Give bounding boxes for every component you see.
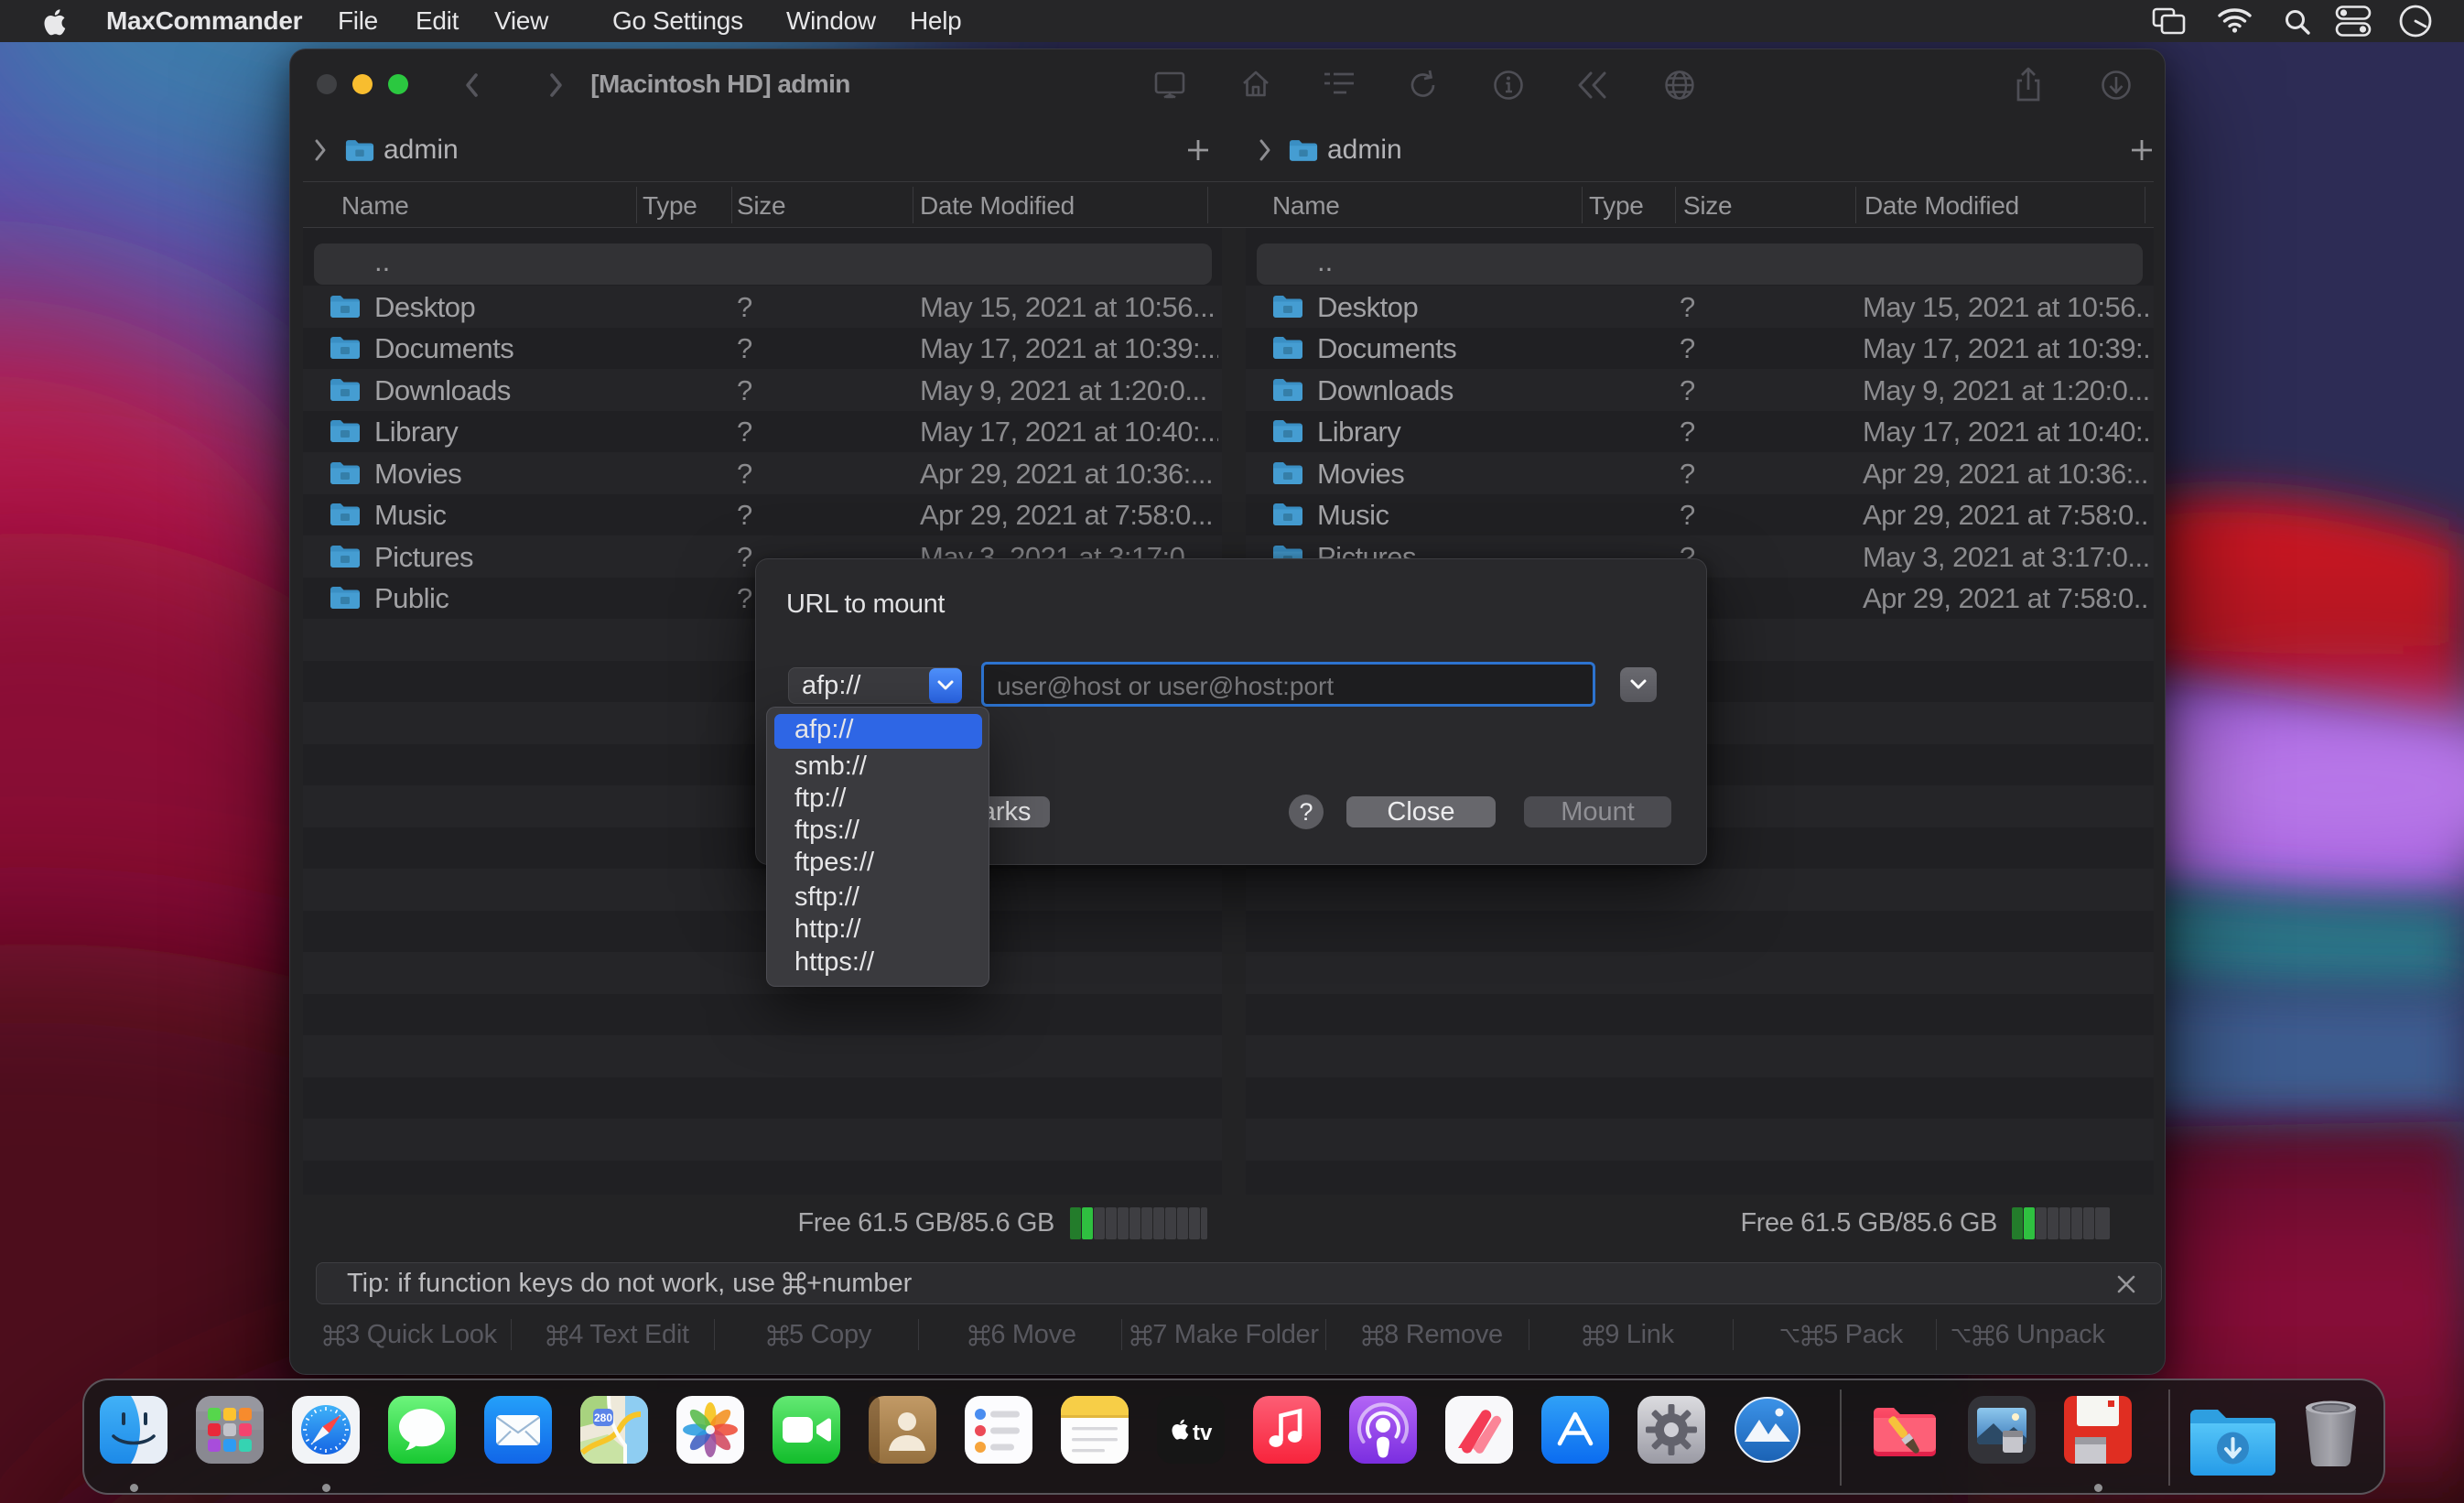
svg-text:280: 280 — [594, 1411, 612, 1424]
svg-text:tv: tv — [1193, 1421, 1213, 1445]
